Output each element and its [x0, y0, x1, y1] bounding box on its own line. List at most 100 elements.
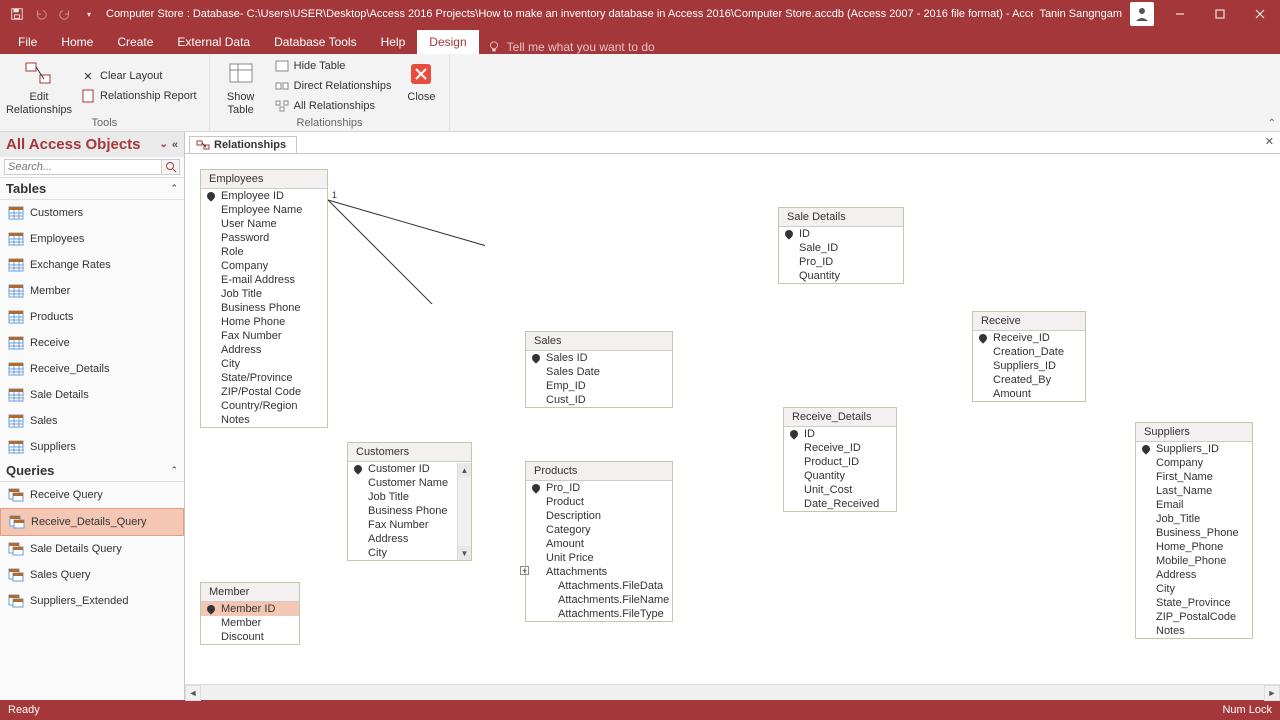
table-field[interactable]: Discount	[201, 630, 299, 644]
table-field[interactable]: Job Title	[201, 287, 327, 301]
table-field[interactable]: Sales Date	[526, 365, 672, 379]
table-header[interactable]: Suppliers	[1136, 423, 1252, 442]
nav-table-item[interactable]: Suppliers	[0, 434, 184, 460]
table-field[interactable]: ZIP/Postal Code	[201, 385, 327, 399]
nav-table-item[interactable]: Products	[0, 304, 184, 330]
nav-query-item[interactable]: Suppliers_Extended	[0, 588, 184, 614]
table-member[interactable]: MemberMember IDMemberDiscount	[200, 582, 300, 645]
nav-tables-header[interactable]: Tables⌃	[0, 178, 184, 200]
nav-table-item[interactable]: Customers	[0, 200, 184, 226]
table-field[interactable]: Sales ID	[526, 351, 672, 365]
nav-table-item[interactable]: Exchange Rates	[0, 252, 184, 278]
table-field[interactable]: Employee ID	[201, 189, 327, 203]
table-field[interactable]: Email	[1136, 498, 1252, 512]
table-field[interactable]: Cust_ID	[526, 393, 672, 407]
table-field[interactable]: Quantity	[779, 269, 903, 283]
close-document-icon[interactable]: ✕	[1265, 135, 1274, 148]
table-field[interactable]: Last_Name	[1136, 484, 1252, 498]
table-header[interactable]: Sales	[526, 332, 672, 351]
table-field[interactable]: City	[348, 546, 471, 560]
table-field[interactable]: State/Province	[201, 371, 327, 385]
tab-design[interactable]: Design	[417, 30, 478, 54]
scroll-right-icon[interactable]: ►	[1264, 685, 1280, 701]
nav-query-item[interactable]: Sale Details Query	[0, 536, 184, 562]
table-field[interactable]: Fax Number	[348, 518, 471, 532]
nav-table-item[interactable]: Sale Details	[0, 382, 184, 408]
table-field[interactable]: Notes	[1136, 624, 1252, 638]
table-products[interactable]: ProductsPro_IDProductDescriptionCategory…	[525, 461, 673, 622]
nav-table-item[interactable]: Member	[0, 278, 184, 304]
table-header[interactable]: Receive	[973, 312, 1085, 331]
table-field[interactable]: E-mail Address	[201, 273, 327, 287]
table-field[interactable]: Business Phone	[348, 504, 471, 518]
table-receive-details[interactable]: Receive_DetailsIDReceive_IDProduct_IDQua…	[783, 407, 897, 512]
table-field[interactable]: Member ID	[201, 602, 299, 616]
table-field[interactable]: Receive_ID	[973, 331, 1085, 345]
table-field[interactable]: Role	[201, 245, 327, 259]
table-field[interactable]: Address	[348, 532, 471, 546]
table-field[interactable]: Suppliers_ID	[1136, 442, 1252, 456]
table-field[interactable]: Amount	[973, 387, 1085, 401]
close-design-button[interactable]: Close	[401, 57, 441, 104]
table-field[interactable]: ZIP_PostalCode	[1136, 610, 1252, 624]
table-header[interactable]: Member	[201, 583, 299, 602]
search-input[interactable]	[4, 159, 162, 175]
table-field[interactable]: Attachments.FileData	[526, 579, 672, 593]
nav-table-item[interactable]: Employees	[0, 226, 184, 252]
table-field[interactable]: Password	[201, 231, 327, 245]
table-header[interactable]: Receive_Details	[784, 408, 896, 427]
table-field[interactable]: Amount	[526, 537, 672, 551]
tell-me[interactable]: Tell me what you want to do	[487, 40, 655, 54]
table-sale-details[interactable]: Sale DetailsIDSale_IDPro_IDQuantity	[778, 207, 904, 284]
table-field[interactable]: Pro_ID	[779, 255, 903, 269]
undo-icon[interactable]	[30, 3, 52, 25]
table-field[interactable]: User Name	[201, 217, 327, 231]
table-field[interactable]: Company	[1136, 456, 1252, 470]
nav-query-item[interactable]: Receive Query	[0, 482, 184, 508]
table-sales[interactable]: SalesSales IDSales DateEmp_IDCust_ID	[525, 331, 673, 408]
nav-header[interactable]: All Access Objects ⌄ «	[0, 132, 184, 157]
table-employees[interactable]: EmployeesEmployee IDEmployee NameUser Na…	[200, 169, 328, 428]
table-field[interactable]: Customer ID	[348, 462, 471, 476]
horizontal-scrollbar[interactable]: ◄ ►	[185, 684, 1280, 700]
table-field[interactable]: Suppliers_ID	[973, 359, 1085, 373]
table-field[interactable]: Mobile_Phone	[1136, 554, 1252, 568]
table-field[interactable]: Address	[201, 343, 327, 357]
user-avatar-icon[interactable]	[1130, 2, 1154, 26]
table-header[interactable]: Products	[526, 462, 672, 481]
clear-layout-button[interactable]: ✕Clear Layout	[76, 67, 201, 85]
doc-tab-relationships[interactable]: Relationships	[189, 136, 297, 153]
table-field[interactable]: Employee Name	[201, 203, 327, 217]
nav-dropdown-icon[interactable]: ⌄	[159, 139, 167, 150]
nav-table-item[interactable]: Receive_Details	[0, 356, 184, 382]
nav-table-item[interactable]: Sales	[0, 408, 184, 434]
table-field[interactable]: Unit Price	[526, 551, 672, 565]
redo-icon[interactable]	[54, 3, 76, 25]
table-field[interactable]: Address	[1136, 568, 1252, 582]
minimize-button[interactable]	[1160, 0, 1200, 28]
table-customers[interactable]: CustomersCustomer IDCustomer NameJob Tit…	[347, 442, 472, 561]
table-header[interactable]: Employees	[201, 170, 327, 189]
tab-help[interactable]: Help	[369, 30, 418, 54]
table-field[interactable]: Attachments.FileName	[526, 593, 672, 607]
qat-customize-icon[interactable]: ▾	[78, 3, 100, 25]
edit-relationships-button[interactable]: Edit Relationships	[8, 57, 70, 117]
hide-table-button[interactable]: Hide Table	[270, 57, 396, 75]
nav-collapse-icon[interactable]: «	[172, 139, 178, 151]
nav-query-item[interactable]: Receive_Details_Query	[0, 508, 184, 536]
table-field[interactable]: State_Province	[1136, 596, 1252, 610]
table-field[interactable]: City	[1136, 582, 1252, 596]
table-field[interactable]: Customer Name	[348, 476, 471, 490]
table-suppliers[interactable]: SuppliersSuppliers_IDCompanyFirst_NameLa…	[1135, 422, 1253, 639]
table-field[interactable]: Country/Region	[201, 399, 327, 413]
nav-table-item[interactable]: Receive	[0, 330, 184, 356]
table-field[interactable]: Creation_Date	[973, 345, 1085, 359]
close-button[interactable]	[1240, 0, 1280, 28]
table-field[interactable]: Fax Number	[201, 329, 327, 343]
collapse-ribbon-icon[interactable]: ⌃	[1268, 118, 1276, 129]
table-field[interactable]: +Attachments	[526, 565, 672, 579]
table-field[interactable]: Job Title	[348, 490, 471, 504]
nav-queries-header[interactable]: Queries⌃	[0, 460, 184, 482]
tab-external-data[interactable]: External Data	[165, 30, 262, 54]
table-field[interactable]: Company	[201, 259, 327, 273]
